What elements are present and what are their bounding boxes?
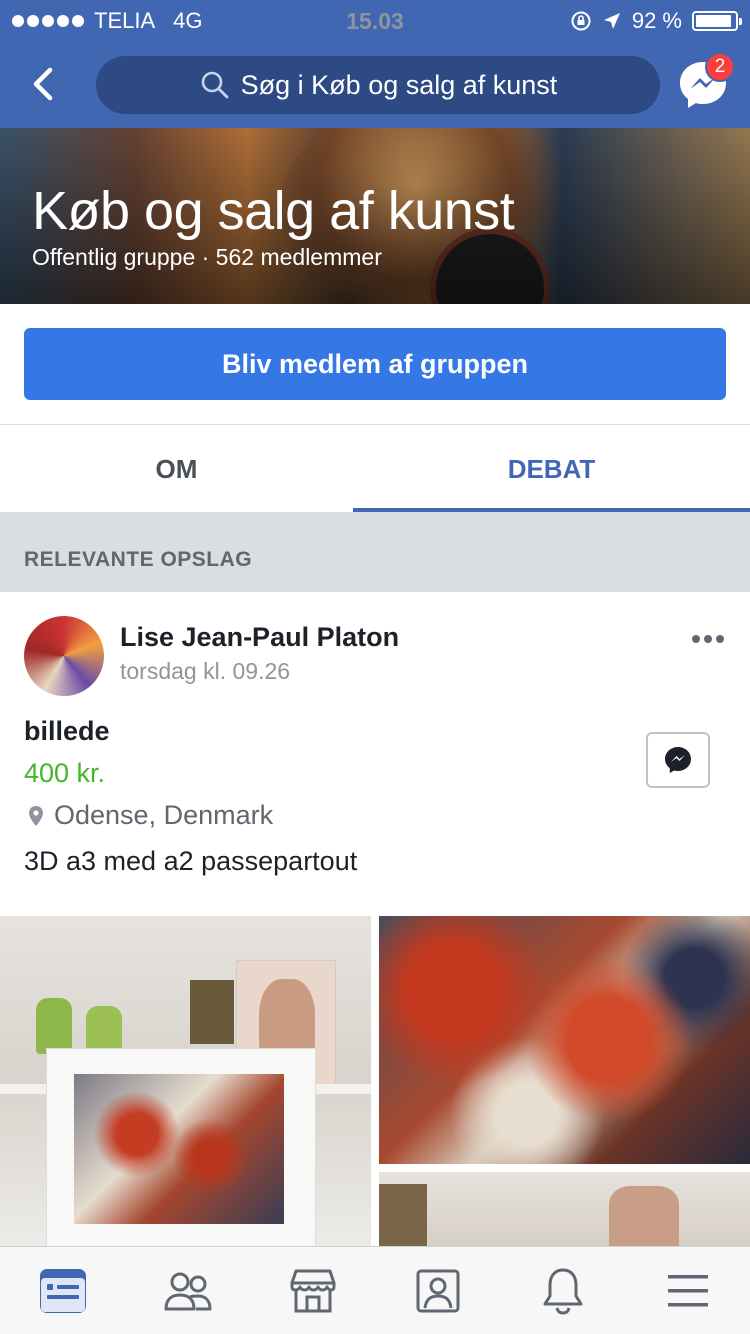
section-header: RELEVANTE OPSLAG [0,512,750,592]
search-icon [201,71,229,99]
location-pin-icon [29,805,43,826]
news-feed-icon[interactable] [0,1247,125,1334]
post-time[interactable]: torsdag kl. 09.26 [120,658,290,685]
item-title: billede [24,716,110,746]
item-location: Odense, Denmark [28,800,273,831]
messenger-icon [665,747,691,773]
listing-photo[interactable] [0,916,371,1246]
more-options-icon[interactable] [692,630,728,650]
post-author[interactable]: Lise Jean-Paul Platon [120,622,399,653]
notifications-icon[interactable] [500,1247,625,1334]
group-tabs: OM DEBAT [0,424,750,513]
group-meta: Offentlig gruppe · 562 medlemmer [32,244,382,270]
messenger-badge: 2 [705,52,735,82]
listing-photo[interactable] [379,1172,750,1246]
message-seller-button[interactable] [646,732,710,788]
location-arrow-icon [603,13,620,29]
groups-icon[interactable] [125,1247,250,1334]
join-group-button[interactable]: Bliv medlem af gruppen [24,328,726,400]
top-bar: TELIA 4G 15.03 92 % Søg i Køb og salg af… [0,0,750,128]
listing-photo[interactable] [379,916,750,1164]
battery-percent: 92 % [631,8,682,33]
group-search-bar[interactable]: Søg i Køb og salg af kunst [96,56,660,114]
group-cover-photo: Køb og salg af kunst Offentlig gruppe · … [0,128,750,304]
bottom-nav [0,1246,750,1334]
avatar[interactable] [24,616,104,696]
tab-about[interactable]: OM [0,425,353,513]
item-price: 400 kr. [24,758,106,788]
battery-icon [692,11,742,31]
tab-discussion[interactable]: DEBAT [353,425,750,513]
section-header-label: RELEVANTE OPSLAG [24,548,253,571]
profile-icon[interactable] [375,1247,500,1334]
item-description: 3D a3 med a2 passepartout [24,846,358,876]
group-name: Køb og salg af kunst [32,181,515,241]
back-icon[interactable] [24,62,64,106]
status-bar: TELIA 4G 15.03 92 % [0,0,750,42]
orientation-lock-icon [571,11,591,31]
location-text: Odense, Denmark [54,800,274,830]
search-text: Søg i Køb og salg af kunst [240,69,558,100]
menu-icon[interactable] [625,1247,750,1334]
marketplace-icon[interactable] [250,1247,375,1334]
